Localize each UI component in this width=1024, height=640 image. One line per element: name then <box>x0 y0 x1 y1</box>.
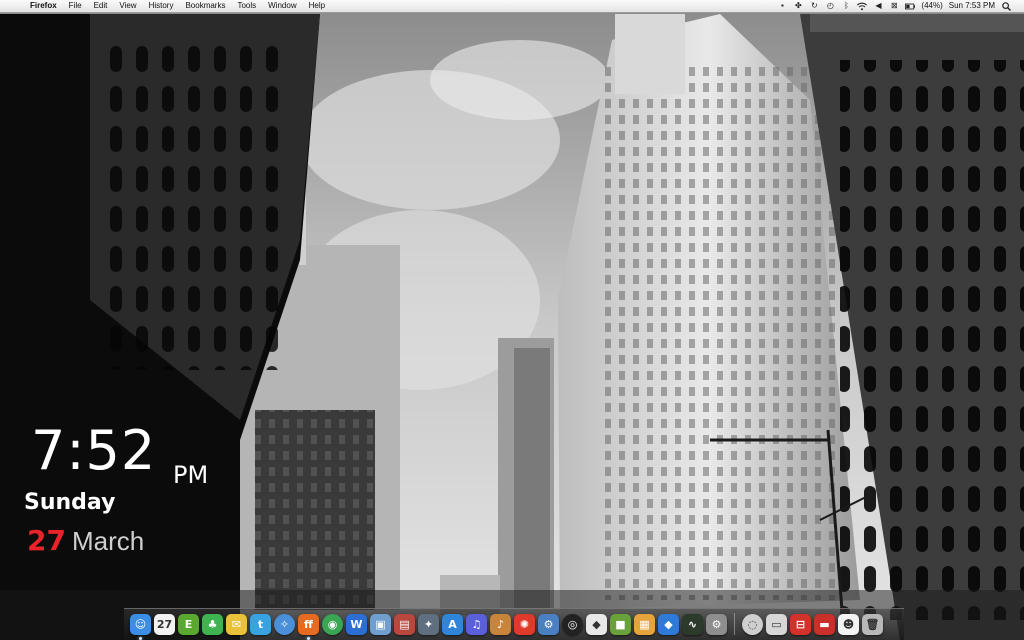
dock-separator <box>734 613 735 635</box>
menu-tools[interactable]: Tools <box>231 0 262 12</box>
mail-bird-icon[interactable]: ✉ <box>226 614 247 635</box>
dock-icon-row: ☺ 27 E ♣ ✉ t ✧ ff ◉ W ▣ ▤ ✦ A ♫ ♪ ✺ ⚙ ◎ ◆ ■ ▦ ◆ ∿ ⚙ ◌ ▭ ⊟ ▬ ☻ 🗑 <box>130 611 883 640</box>
cube-icon[interactable]: ◆ <box>586 614 607 635</box>
chrome-icon[interactable]: ◉ <box>322 614 343 635</box>
adium-icon[interactable]: ♣ <box>202 614 223 635</box>
widget-month: March <box>71 526 145 556</box>
app-store-icon[interactable]: A <box>442 614 463 635</box>
utility-icon[interactable]: ⚙ <box>538 614 559 635</box>
trash-icon[interactable]: 🗑 <box>862 614 883 635</box>
finder-icon[interactable]: ☺ <box>130 614 151 640</box>
misc-app-icon[interactable]: ✦ <box>418 614 439 635</box>
guitar-icon[interactable]: ♪ <box>490 614 511 635</box>
disk-utility-icon[interactable]: ◌ <box>742 614 763 635</box>
evernote-icon[interactable]: E <box>178 614 199 635</box>
box-icon[interactable]: ▦ <box>634 614 655 635</box>
desktop-wallpaper <box>0 0 1024 640</box>
sync-icon[interactable]: ↻ <box>809 1 819 11</box>
menu-history[interactable]: History <box>143 0 180 12</box>
activity-monitor-icon[interactable]: ∿ <box>682 614 703 635</box>
time-machine-icon[interactable]: ◴ <box>825 1 835 11</box>
safari-icon[interactable]: ✧ <box>274 614 295 635</box>
minecraft-icon[interactable]: ■ <box>610 614 631 635</box>
twitter-icon[interactable]: t <box>250 614 271 635</box>
dvd-player-icon[interactable]: ◎ <box>562 614 583 635</box>
menu-edit[interactable]: Edit <box>88 0 114 12</box>
menu-bookmarks[interactable]: Bookmarks <box>179 0 231 12</box>
input-menu-icon[interactable]: ⊠ <box>889 1 899 11</box>
widget-date: 27 March <box>27 524 144 563</box>
menu-view[interactable]: View <box>113 0 142 12</box>
recorder-icon[interactable]: ▬ <box>814 614 835 635</box>
spotlight-search-icon[interactable] <box>1001 1 1011 11</box>
menu-window[interactable]: Window <box>262 0 302 12</box>
menu-app-firefox[interactable]: Firefox <box>30 0 63 12</box>
widget-day-number: 27 <box>27 524 66 557</box>
paw-icon[interactable]: ✤ <box>793 1 803 11</box>
itunes-icon[interactable]: ♫ <box>466 614 487 635</box>
imac-icon[interactable]: ▭ <box>766 614 787 635</box>
battery-percent: (44%) <box>921 1 943 10</box>
blue-cube-icon[interactable]: ◆ <box>658 614 679 635</box>
iphoto-icon[interactable]: ▣ <box>370 614 391 635</box>
wifi-icon[interactable] <box>857 1 868 11</box>
widget-clock-time: 7:52 <box>31 419 157 482</box>
widget-clock-ampm: PM <box>173 461 209 489</box>
ical-icon[interactable]: 27 <box>154 614 175 635</box>
word-icon[interactable]: W <box>346 614 367 635</box>
system-preferences-icon[interactable]: ⚙ <box>706 614 727 635</box>
transmission-icon[interactable]: ✺ <box>514 614 535 635</box>
photo-booth-icon[interactable]: ▤ <box>394 614 415 635</box>
status-app-icon[interactable]: ▪ <box>777 1 787 11</box>
stormtrooper-icon[interactable]: ☻ <box>838 614 859 635</box>
menubar-clock[interactable]: Sun 7:53 PM <box>949 0 995 12</box>
menu-file[interactable]: File <box>63 0 88 12</box>
volume-icon[interactable]: ◀ <box>873 1 883 11</box>
battery-icon[interactable] <box>905 1 916 11</box>
firefox-icon[interactable]: ff <box>298 614 319 640</box>
menu-help[interactable]: Help <box>303 0 331 12</box>
bluetooth-icon[interactable]: ᛒ <box>841 1 851 11</box>
menu-bar: Firefox File Edit View History Bookmarks… <box>0 0 1024 13</box>
toolbox-icon[interactable]: ⊟ <box>790 614 811 635</box>
widget-weekday: Sunday <box>24 490 116 515</box>
